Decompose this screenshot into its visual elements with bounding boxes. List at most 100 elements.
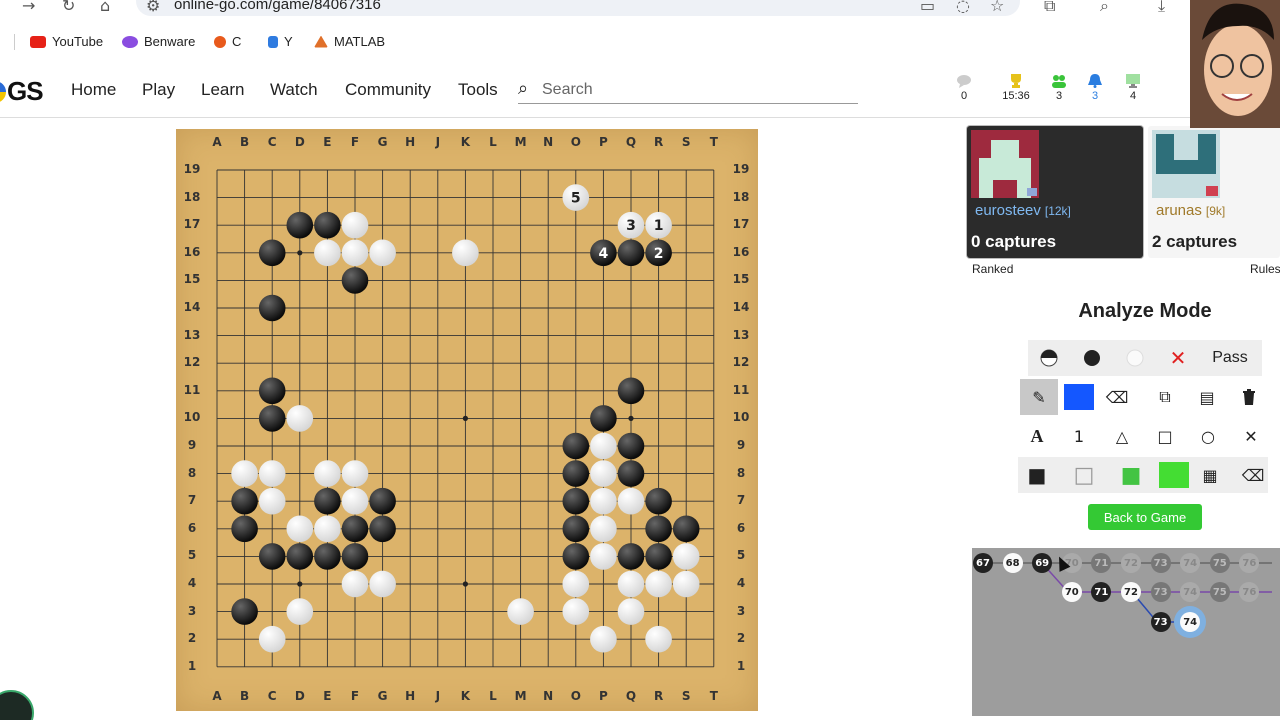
- nav-home[interactable]: Home: [71, 80, 116, 100]
- move-node[interactable]: 72: [1121, 582, 1141, 602]
- move-tree[interactable]: 67 68 69 70 71 72 73 74 75 76 70 71 72 73 74 75 76 73 74: [972, 548, 1280, 716]
- row-coordinate: 18: [183, 189, 201, 204]
- letter-label-icon[interactable]: A: [1018, 418, 1056, 454]
- eraser-icon[interactable]: ⌫: [1098, 379, 1136, 415]
- friends-count: 3: [1055, 90, 1063, 102]
- matlab-icon: [314, 35, 328, 48]
- url-text[interactable]: online-go.com/game/84067316: [174, 0, 381, 13]
- analyze-mode-title: Analyze Mode: [1078, 300, 1212, 322]
- reload-icon[interactable]: ↻: [62, 0, 75, 15]
- calculator-icon[interactable]: ▦: [1191, 457, 1229, 493]
- move-number-label: 2: [654, 246, 664, 262]
- lens-icon[interactable]: ⌕: [1100, 0, 1109, 16]
- chat-stat[interactable]: 0: [939, 74, 989, 102]
- color-swatch-blue[interactable]: [1060, 379, 1098, 415]
- column-coordinate: J: [435, 689, 441, 703]
- move-node[interactable]: 75: [1209, 582, 1230, 602]
- monitor-icon: [1126, 74, 1140, 88]
- player-name[interactable]: eurosteev [12k]: [975, 202, 1071, 219]
- cross-icon[interactable]: ✕: [1232, 418, 1270, 454]
- alternate-stone-icon[interactable]: [1030, 340, 1068, 376]
- green-square-icon[interactable]: ■: [1112, 457, 1150, 493]
- go-board[interactable]: 53142 AABBCCDDEEFFGGHHJJKKLLMMNNOOPPQQRR…: [176, 129, 758, 711]
- column-coordinate: L: [489, 135, 497, 149]
- clear-icon[interactable]: ⌫: [1234, 457, 1272, 493]
- white-stone-icon[interactable]: [1116, 340, 1154, 376]
- chat-count: 0: [960, 90, 968, 102]
- site-header: GS Home Play Learn Watch Community Tools…: [0, 66, 1190, 116]
- bookmark-benware[interactable]: Benware: [122, 34, 195, 49]
- player-card-white[interactable]: arunas [9k] 2 captures: [1148, 126, 1280, 258]
- nav-play[interactable]: Play: [142, 80, 175, 100]
- bookmark-matlab[interactable]: MATLAB: [314, 34, 385, 49]
- player-rank: [12k]: [1044, 204, 1071, 218]
- player-name[interactable]: arunas [9k]: [1156, 202, 1225, 219]
- black-stone: [645, 515, 672, 543]
- download-icon[interactable]: ⤓: [1158, 0, 1165, 16]
- pen-icon[interactable]: ✎: [1020, 379, 1058, 415]
- black-stone-icon[interactable]: [1073, 340, 1111, 376]
- triangle-icon[interactable]: △: [1103, 418, 1141, 454]
- home-icon[interactable]: ⌂: [100, 0, 110, 15]
- row-coordinate: 9: [187, 438, 197, 452]
- hide-icon[interactable]: ◌: [956, 0, 970, 15]
- trash-icon[interactable]: [1230, 379, 1268, 415]
- paste-icon[interactable]: ▤: [1188, 379, 1226, 415]
- nav-community[interactable]: Community: [345, 80, 431, 100]
- move-node[interactable]: 75: [1209, 553, 1230, 573]
- nav-learn[interactable]: Learn: [201, 80, 244, 100]
- move-node[interactable]: 70: [1061, 582, 1082, 602]
- row-coordinate: 15: [732, 272, 750, 287]
- white-square-icon[interactable]: □: [1065, 457, 1103, 493]
- number-label-icon[interactable]: 1: [1060, 418, 1098, 454]
- player-username[interactable]: arunas: [1156, 202, 1202, 219]
- pass-button[interactable]: Pass: [1204, 340, 1256, 376]
- move-node[interactable]: 73: [1150, 553, 1171, 573]
- column-coordinate: P: [598, 135, 608, 149]
- pen-badge-icon[interactable]: [0, 690, 34, 720]
- bookmark-y[interactable]: Y: [268, 34, 293, 49]
- row-coordinate: 11: [732, 382, 750, 397]
- row-coordinate: 3: [187, 603, 197, 618]
- white-stone: [286, 515, 314, 543]
- black-stone: [231, 487, 258, 515]
- bookmark-youtube[interactable]: YouTube: [30, 34, 103, 49]
- nav-watch[interactable]: Watch: [270, 80, 318, 100]
- forward-arrow-icon[interactable]: →: [22, 0, 35, 15]
- board-grid[interactable]: 53 14 2: [176, 129, 758, 711]
- captures-count: 2 captures: [1152, 232, 1238, 251]
- move-node[interactable]: 73: [1150, 582, 1171, 602]
- draw-tools-row: ✎ ⌫ ⧉ ▤: [1020, 379, 1272, 415]
- green-swatch[interactable]: [1155, 457, 1193, 493]
- black-square-icon[interactable]: ■: [1018, 457, 1056, 493]
- player-card-black[interactable]: eurosteev [12k] 0 captures: [967, 126, 1143, 258]
- site-info-icon[interactable]: ⚙: [146, 0, 160, 15]
- extensions-icon[interactable]: ⧉: [1044, 0, 1055, 16]
- back-to-game-button[interactable]: Back to Game: [1088, 504, 1202, 530]
- copy-icon[interactable]: ⧉: [1146, 379, 1184, 415]
- white-stone: [590, 432, 617, 460]
- row-coordinate: 4: [187, 576, 197, 590]
- player-username[interactable]: eurosteev: [975, 202, 1041, 219]
- circle-icon[interactable]: ○: [1189, 418, 1227, 454]
- search-placeholder[interactable]: Search: [542, 81, 593, 99]
- ogs-logo[interactable]: GS: [0, 76, 44, 107]
- white-stone: [645, 570, 672, 598]
- square-icon[interactable]: □: [1146, 418, 1184, 454]
- games-stat[interactable]: 4: [1108, 74, 1158, 102]
- rules-link[interactable]: Rules: [1250, 262, 1280, 276]
- column-coordinate: A: [212, 135, 222, 149]
- move-node[interactable]: 73: [1150, 612, 1171, 632]
- delete-x-icon[interactable]: ✕: [1159, 340, 1197, 376]
- star-point: [462, 415, 468, 421]
- bookmark-c[interactable]: C: [214, 34, 241, 49]
- search-box[interactable]: ⌕ Search: [518, 78, 858, 104]
- move-node[interactable]: 72: [1121, 553, 1141, 573]
- move-node[interactable]: 68: [1002, 553, 1023, 573]
- white-stone: [672, 543, 700, 570]
- chat-bubble-icon: [957, 75, 971, 88]
- cast-icon[interactable]: ▭: [920, 0, 935, 15]
- nav-tools[interactable]: Tools: [458, 80, 498, 100]
- bookmark-star-icon[interactable]: ☆: [990, 0, 1004, 15]
- move-node[interactable]: 67: [973, 553, 993, 573]
